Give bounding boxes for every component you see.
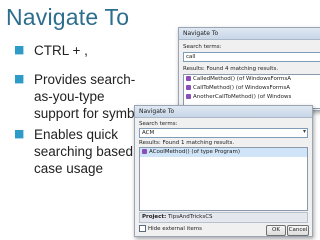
hide-external-option[interactable]: Hide external items <box>139 225 202 233</box>
search-input[interactable]: call <box>183 52 320 62</box>
results-label: Results: Found 1 matching results. <box>139 140 235 146</box>
results-label: Results: Found 4 matching results. <box>183 66 279 72</box>
result-item[interactable]: CalledMethod() (of WindowsFormsA <box>184 75 320 84</box>
dropdown-icon[interactable]: ▾ <box>303 128 306 135</box>
bullet-marker-icon: ■ <box>14 43 25 56</box>
project-bar: Project: TipsAndTricksCS <box>139 212 308 223</box>
project-value: TipsAndTricksCS <box>167 214 213 220</box>
dialog-title: Navigate To <box>179 28 320 40</box>
results-list[interactable]: CalledMethod() (of WindowsFormsA CallToM… <box>183 74 320 109</box>
search-terms-label: Search terms: <box>139 121 178 127</box>
bullet-marker-icon: ■ <box>14 127 25 140</box>
hide-external-label: Hide external items <box>148 226 202 232</box>
project-label: Project: <box>142 214 167 220</box>
dialog-title: Navigate To <box>135 106 312 118</box>
search-input[interactable]: ACM <box>139 128 308 138</box>
result-item[interactable]: CallToMethod() (of WindowsFormsA <box>184 84 320 93</box>
method-icon <box>186 94 191 99</box>
bullet-text: CTRL + , <box>34 43 88 58</box>
result-item[interactable]: AnotherCallToMethod() (of Windows <box>184 93 320 102</box>
results-list[interactable]: ACoolMethod() (of type Program) <box>139 147 308 211</box>
cancel-button[interactable]: Cancel <box>287 225 309 236</box>
search-terms-label: Search terms: <box>183 44 222 50</box>
hide-external-checkbox[interactable] <box>139 225 146 232</box>
method-icon <box>186 85 191 90</box>
navigate-to-dialog: Navigate To Search terms: ACM ▾ Results:… <box>134 105 313 237</box>
method-icon <box>142 149 147 154</box>
navigate-to-dialog-back: Navigate To Search terms: call Results: … <box>178 27 320 111</box>
bullet-marker-icon: ■ <box>14 72 25 85</box>
ok-button[interactable]: OK <box>266 225 286 236</box>
method-icon <box>186 76 191 81</box>
result-item[interactable]: ACoolMethod() (of type Program) <box>140 148 307 157</box>
slide-title: Navigate To <box>6 4 130 30</box>
